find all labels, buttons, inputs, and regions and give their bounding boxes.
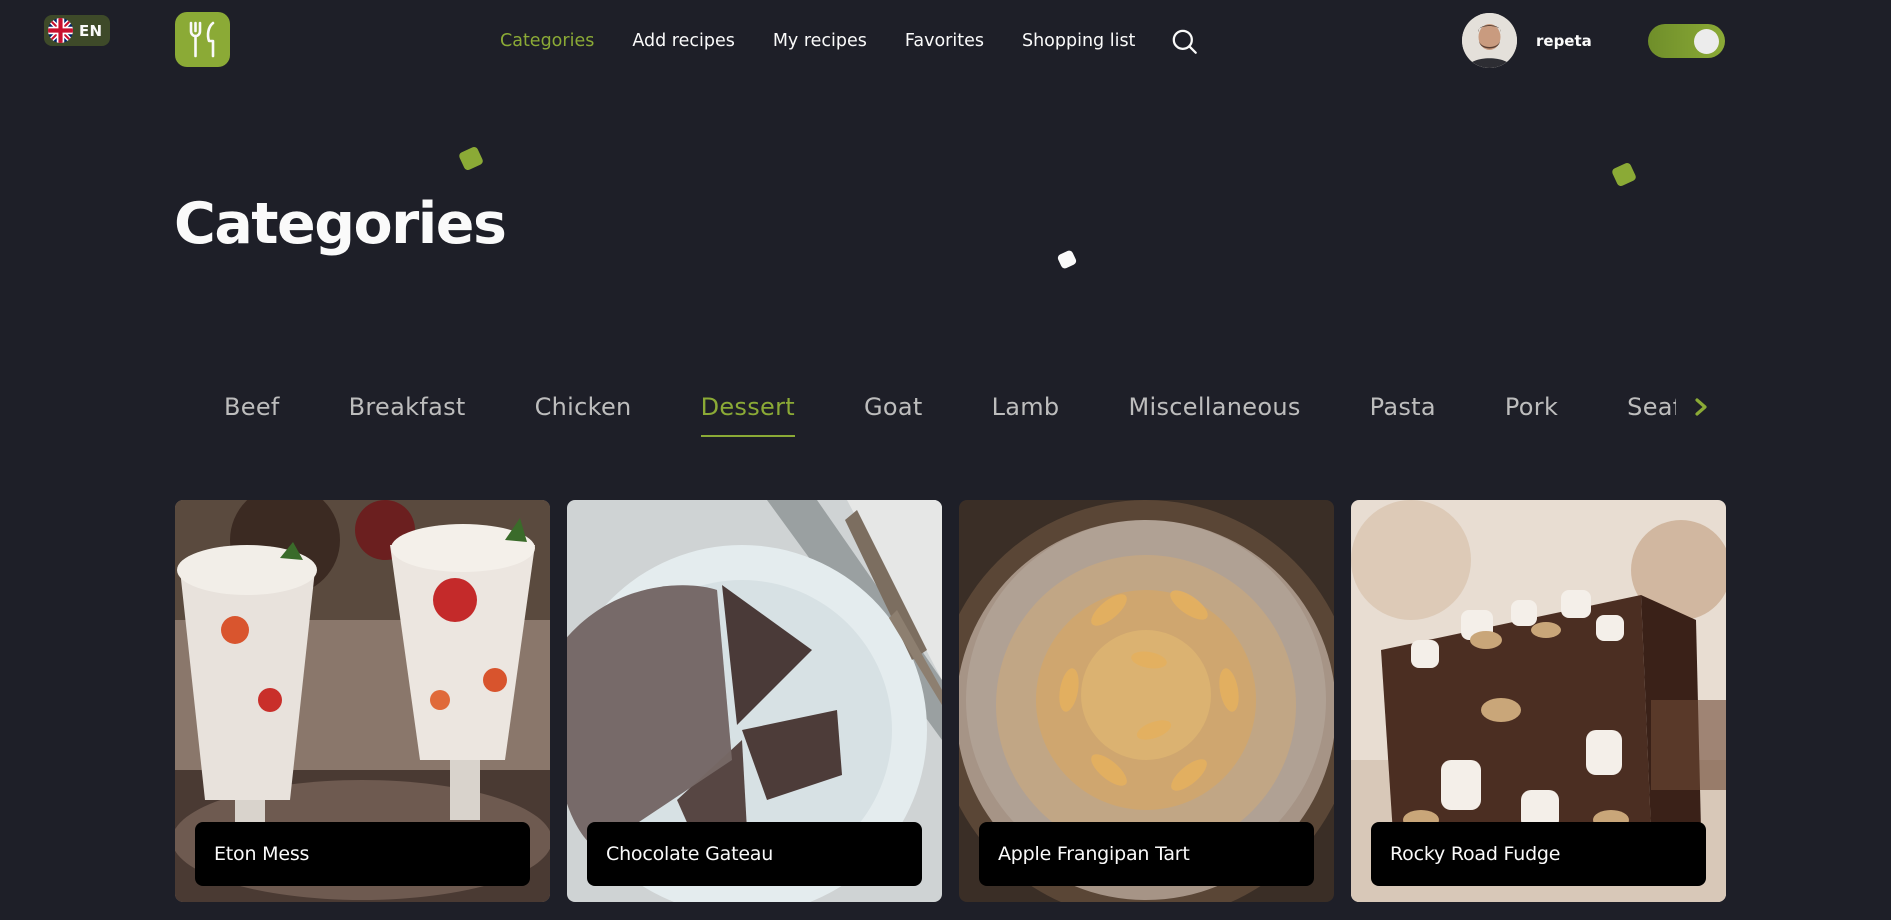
main-nav: Categories Add recipes My recipes Favori… bbox=[500, 28, 1199, 54]
recipe-grid: Eton Mess Chocolate Gateau Apple Frangip… bbox=[175, 500, 1726, 902]
search-button[interactable] bbox=[1169, 26, 1199, 56]
search-icon bbox=[1172, 29, 1197, 54]
recipe-card-apple-frangipan-tart[interactable]: Apple Frangipan Tart bbox=[959, 500, 1334, 902]
tab-pasta[interactable]: Pasta bbox=[1370, 390, 1436, 438]
nav-link-add-recipes[interactable]: Add recipes bbox=[632, 28, 735, 54]
decorative-leaf bbox=[1610, 161, 1638, 188]
tab-chicken[interactable]: Chicken bbox=[535, 390, 632, 438]
recipe-title: Eton Mess bbox=[195, 822, 530, 886]
recipe-card-eton-mess[interactable]: Eton Mess bbox=[175, 500, 550, 902]
user-name: repeta bbox=[1536, 31, 1592, 50]
toggle-knob bbox=[1694, 29, 1719, 54]
user-menu[interactable]: repeta bbox=[1462, 13, 1592, 68]
fork-knife-icon bbox=[189, 21, 214, 57]
decorative-leaf bbox=[1056, 249, 1078, 270]
language-switcher[interactable]: EN bbox=[44, 15, 110, 46]
theme-toggle[interactable] bbox=[1648, 24, 1725, 58]
tabs-scroll-next-button[interactable] bbox=[1690, 396, 1712, 418]
tab-beef[interactable]: Beef bbox=[224, 390, 280, 438]
chevron-right-icon bbox=[1695, 398, 1707, 416]
tab-goat[interactable]: Goat bbox=[864, 390, 923, 438]
nav-link-shopping-list[interactable]: Shopping list bbox=[1022, 28, 1135, 54]
recipe-title: Rocky Road Fudge bbox=[1371, 822, 1706, 886]
category-tabs: Beef Breakfast Chicken Dessert Goat Lamb… bbox=[224, 390, 1676, 440]
recipe-card-rocky-road-fudge[interactable]: Rocky Road Fudge bbox=[1351, 500, 1726, 902]
tab-pork[interactable]: Pork bbox=[1505, 390, 1558, 438]
recipe-card-chocolate-gateau[interactable]: Chocolate Gateau bbox=[567, 500, 942, 902]
nav-link-my-recipes[interactable]: My recipes bbox=[773, 28, 867, 54]
recipe-title: Apple Frangipan Tart bbox=[979, 822, 1314, 886]
recipe-title: Chocolate Gateau bbox=[587, 822, 922, 886]
tab-dessert[interactable]: Dessert bbox=[700, 390, 796, 438]
logo[interactable] bbox=[175, 12, 230, 67]
tab-breakfast[interactable]: Breakfast bbox=[349, 390, 466, 438]
tab-miscellaneous[interactable]: Miscellaneous bbox=[1128, 390, 1300, 438]
page-title: Categories bbox=[174, 191, 507, 257]
uk-flag-icon bbox=[48, 18, 73, 43]
tab-seafood[interactable]: Seafood bbox=[1627, 390, 1676, 438]
decorative-leaf bbox=[457, 145, 485, 172]
language-label: EN bbox=[79, 21, 103, 40]
avatar bbox=[1462, 13, 1517, 68]
tab-lamb[interactable]: Lamb bbox=[992, 390, 1060, 438]
nav-link-categories[interactable]: Categories bbox=[500, 28, 594, 54]
nav-link-favorites[interactable]: Favorites bbox=[905, 28, 984, 54]
